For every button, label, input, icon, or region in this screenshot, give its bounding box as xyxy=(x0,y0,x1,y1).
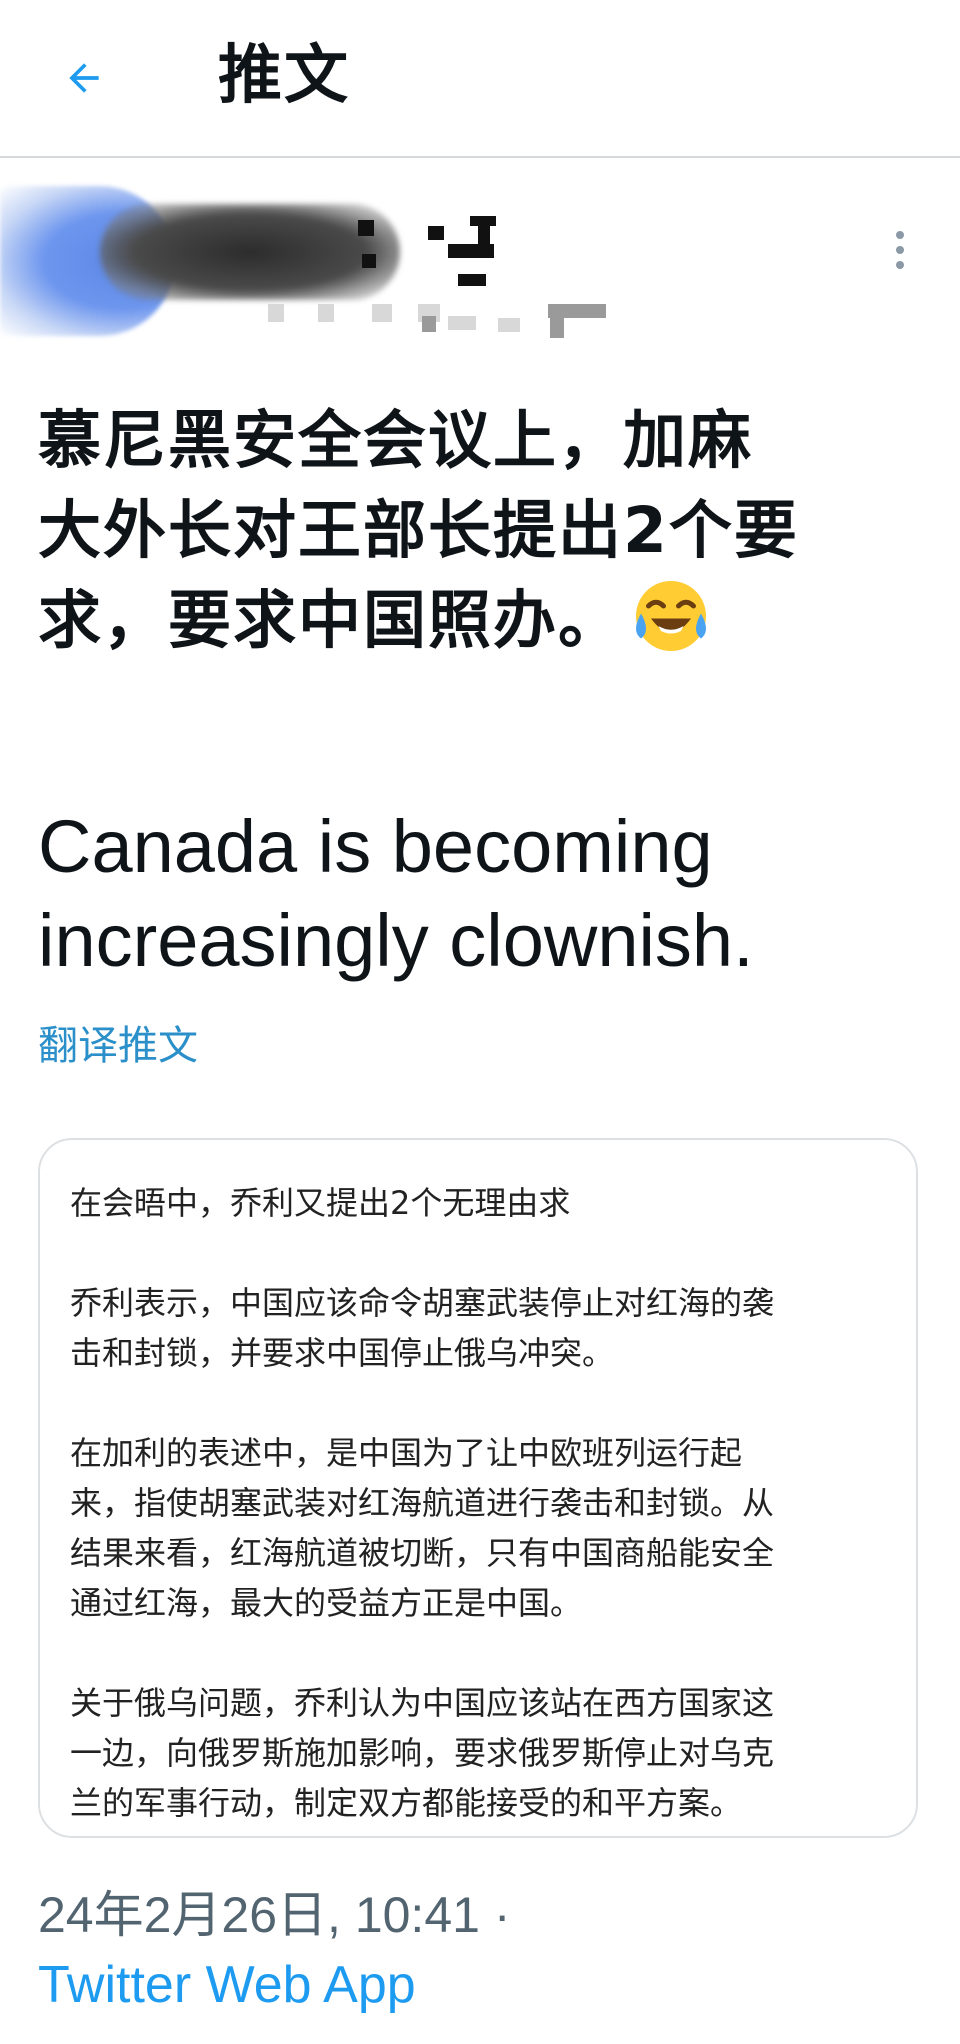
quote-paragraph: 在加利的表述中，是中国为了让中欧班列运行起 来，指使胡塞武装对红海航道进行袭击和… xyxy=(70,1428,886,1628)
tweet-text-line: 慕尼黑安全会议上，加麻 xyxy=(38,404,753,477)
quote-line: 在会晤中，乔利又提出2个无理由求 xyxy=(70,1184,571,1222)
redaction-pixel xyxy=(470,216,496,226)
tweet-text-line-content: 求，要求中国照办。 xyxy=(38,584,623,657)
redaction-pixel xyxy=(422,316,436,332)
tweet-text-line: 大外长对王部长提出2个要 xyxy=(38,494,799,567)
redaction-pixel xyxy=(448,316,476,330)
quoted-image-card[interactable]: 在会晤中，乔利又提出2个无理由求 乔利表示，中国应该命令胡塞武装停止对红海的袭 … xyxy=(38,1138,918,1838)
quote-line: 通过红海，最大的受益方正是中国。 xyxy=(70,1584,583,1622)
redaction-pixel xyxy=(550,310,564,338)
redaction-pixel xyxy=(458,274,486,286)
redaction-pixel xyxy=(362,254,376,268)
quote-paragraph: 关于俄乌问题，乔利认为中国应该站在西方国家这 一边，向俄罗斯施加影响，要求俄罗斯… xyxy=(70,1678,886,1828)
redaction-pixel xyxy=(448,244,494,258)
page-title: 推文 xyxy=(218,39,350,113)
redaction-pixel xyxy=(318,304,334,322)
tweet-text-line: Canada is becoming xyxy=(38,805,713,888)
more-vertical-icon xyxy=(896,231,904,239)
quote-line: 在加利的表述中，是中国为了让中欧班列运行起 xyxy=(70,1434,743,1472)
tweet-source-link[interactable]: Twitter Web App xyxy=(38,1950,416,2020)
more-vertical-icon xyxy=(896,261,904,269)
quote-line: 乔利表示，中国应该命令胡塞武装停止对红海的袭 xyxy=(70,1284,775,1322)
redaction-pixel xyxy=(358,220,374,236)
author-name-redacted[interactable] xyxy=(100,204,400,300)
quote-line: 一边，向俄罗斯施加影响，要求俄罗斯停止对乌克 xyxy=(70,1734,775,1772)
tweet-author-row xyxy=(0,170,960,350)
quote-line: 结果来看，红海航道被切断，只有中国商船能安全 xyxy=(70,1534,775,1572)
tweet-timestamp[interactable]: 24年2月26日, 10:41 · xyxy=(38,1880,511,1950)
quote-line: 来，指使胡塞武装对红海航道进行袭击和封锁。从 xyxy=(70,1484,775,1522)
translate-tweet-link[interactable]: 翻译推文 xyxy=(38,1016,198,1076)
more-options-button[interactable] xyxy=(880,220,920,280)
quote-line: 兰的军事行动，制定双方都能接受的和平方案。 xyxy=(70,1784,743,1822)
back-button[interactable] xyxy=(48,42,120,114)
redaction-pixel xyxy=(428,226,444,240)
tweet-text-english: Canada is becoming increasingly clownish… xyxy=(38,800,928,988)
more-vertical-icon xyxy=(896,246,904,254)
quote-paragraph: 乔利表示，中国应该命令胡塞武装停止对红海的袭 击和封锁，并要求中国停止俄乌冲突。 xyxy=(70,1278,886,1378)
quote-paragraph: 在会晤中，乔利又提出2个无理由求 xyxy=(70,1178,886,1228)
redaction-pixel xyxy=(372,304,392,322)
tweet-text-line: 求，要求中国照办。 xyxy=(38,576,928,666)
tweet-text-chinese: 慕尼黑安全会议上，加麻 大外长对王部长提出2个要 求，要求中国照办。 xyxy=(38,396,928,666)
redaction-pixel xyxy=(268,304,284,322)
quote-line: 击和封锁，并要求中国停止俄乌冲突。 xyxy=(70,1334,615,1372)
redaction-pixel xyxy=(498,318,520,332)
face-with-tears-of-joy-icon xyxy=(636,581,706,651)
quote-line: 关于俄乌问题，乔利认为中国应该站在西方国家这 xyxy=(70,1684,775,1722)
tweet-text-line: increasingly clownish. xyxy=(38,899,754,982)
arrow-left-icon xyxy=(69,63,99,93)
top-app-bar: 推文 xyxy=(0,0,960,158)
